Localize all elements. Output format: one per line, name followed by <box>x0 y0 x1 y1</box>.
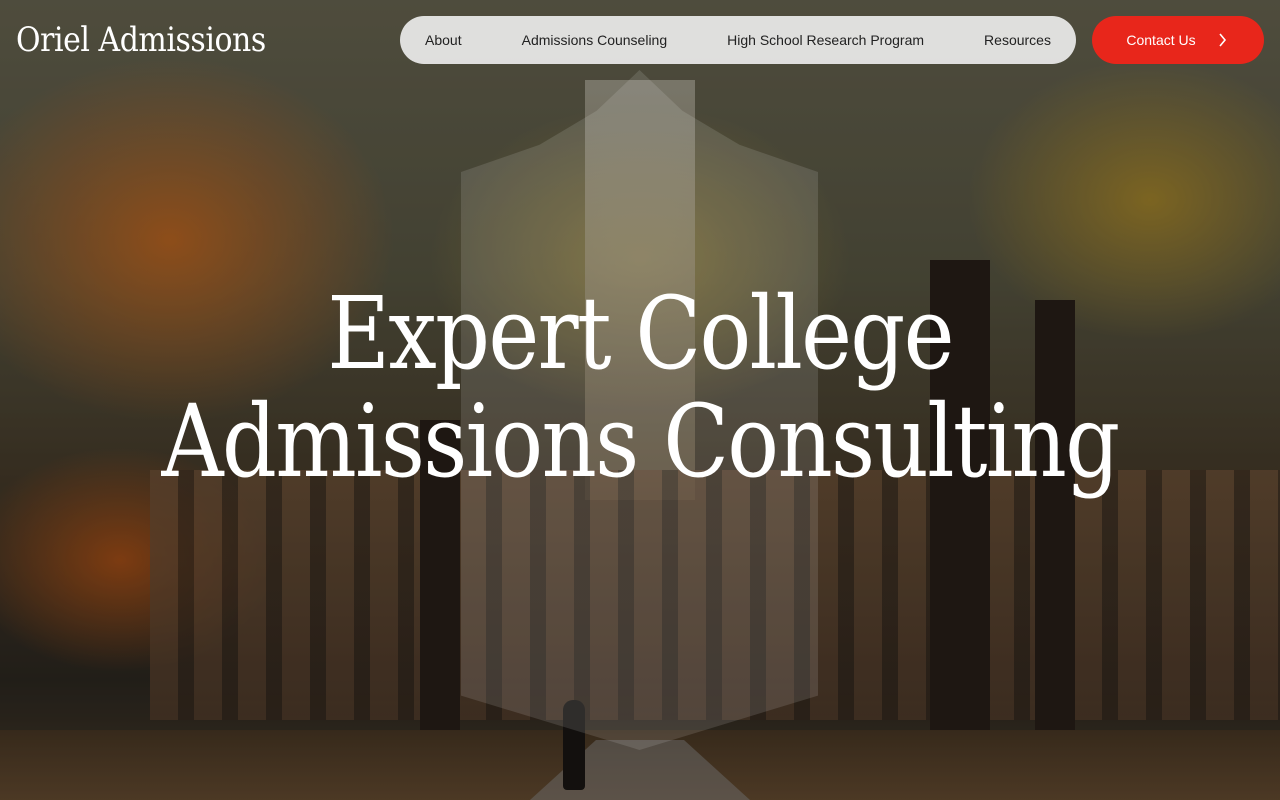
nav-item-admissions-counseling[interactable]: Admissions Counseling <box>522 32 668 48</box>
hero-section: Oriel Admissions About Admissions Counse… <box>0 0 1280 800</box>
hero-headline-line-1: Expert College <box>327 275 954 392</box>
main-nav: About Admissions Counseling High School … <box>400 16 1076 64</box>
brand-logo[interactable]: Oriel Admissions <box>16 20 266 60</box>
hero-headline-line-2: Admissions Consulting <box>161 383 1120 500</box>
chevron-right-icon <box>1219 33 1226 47</box>
nav-item-about[interactable]: About <box>425 32 462 48</box>
nav-item-resources[interactable]: Resources <box>984 32 1051 48</box>
hero-headline: Expert College Admissions Consulting <box>0 280 1280 496</box>
contact-us-button[interactable]: Contact Us <box>1092 16 1264 64</box>
contact-us-label: Contact Us <box>1126 32 1196 48</box>
nav-item-high-school-research-program[interactable]: High School Research Program <box>727 32 924 48</box>
